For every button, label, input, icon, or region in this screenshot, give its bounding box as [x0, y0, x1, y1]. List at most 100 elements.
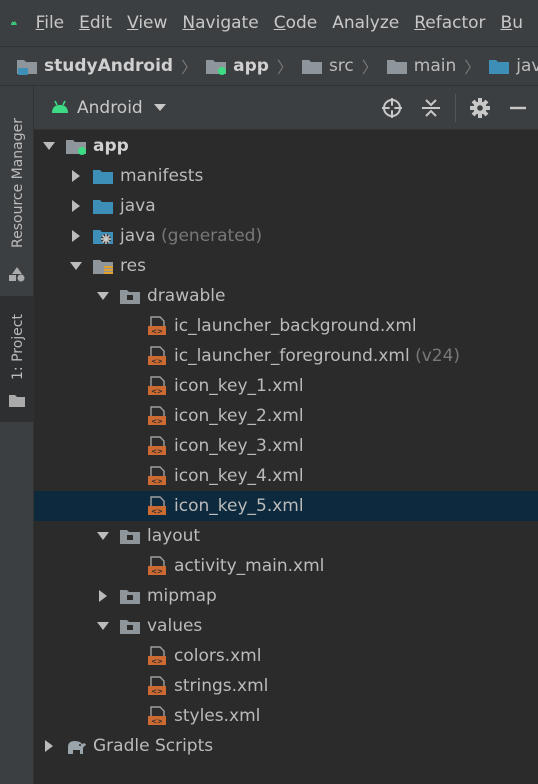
- tree-folder-row[interactable]: res: [34, 251, 538, 281]
- svg-text:<>: <>: [151, 478, 163, 486]
- breadcrumb-item-main[interactable]: main: [386, 56, 456, 76]
- chevron-right-icon[interactable]: [42, 739, 56, 753]
- locate-file-button[interactable]: [381, 97, 403, 119]
- tree-folder-row[interactable]: mipmap: [34, 581, 538, 611]
- tree-file-row[interactable]: <> colors.xml: [34, 641, 538, 671]
- xml-file-icon: <>: [146, 496, 168, 516]
- svg-text:<>: <>: [151, 688, 163, 696]
- menu-refactor[interactable]: Refactor: [414, 13, 485, 33]
- breadcrumb-item-src[interactable]: src: [301, 56, 354, 76]
- tree-file-row[interactable]: <> styles.xml: [34, 701, 538, 731]
- svg-text:<>: <>: [151, 328, 163, 336]
- breadcrumb-item-java[interactable]: java: [488, 56, 538, 76]
- tree-file-row[interactable]: <> icon_key_5.xml: [34, 491, 538, 521]
- menu-build[interactable]: Bu: [501, 13, 523, 33]
- tree-file-row[interactable]: <> icon_key_1.xml: [34, 371, 538, 401]
- tree-file-row[interactable]: <> ic_launcher_background.xml: [34, 311, 538, 341]
- project-tree: app manifests java java (generated) res drawa…: [34, 130, 538, 784]
- tree-file-row[interactable]: <> activity_main.xml: [34, 551, 538, 581]
- menu-file[interactable]: File: [36, 13, 64, 33]
- menu-code[interactable]: Code: [274, 13, 318, 33]
- toolbar-divider: [455, 94, 456, 122]
- tree-item-label: manifests: [120, 166, 203, 186]
- source-folder-icon: [92, 166, 114, 186]
- tree-item-name: ic_launcher_foreground.xml: [174, 346, 410, 366]
- tab-project[interactable]: 1: Project: [0, 296, 34, 422]
- svg-text:<>: <>: [151, 718, 163, 726]
- tree-folder-row[interactable]: drawable: [34, 281, 538, 311]
- breadcrumb-item-project[interactable]: studyAndroid: [16, 56, 173, 76]
- chevron-down-icon[interactable]: [96, 529, 110, 543]
- xml-file-icon: <>: [146, 646, 168, 666]
- folder-icon: [9, 395, 25, 407]
- tab-resource-manager[interactable]: Resource Manager: [0, 98, 34, 284]
- folder-icon: [119, 616, 141, 636]
- menu-view[interactable]: View: [127, 13, 167, 33]
- tree-item-name: Gradle Scripts: [93, 736, 214, 756]
- tree-item-name: icon_key_1.xml: [174, 376, 304, 396]
- resource-manager-icon: [9, 267, 25, 282]
- chevron-down-icon[interactable]: [69, 259, 83, 273]
- chevron-down-icon[interactable]: [96, 289, 110, 303]
- tree-file-row[interactable]: <> icon_key_4.xml: [34, 461, 538, 491]
- tree-folder-row[interactable]: manifests: [34, 161, 538, 191]
- module-folder-icon: [206, 60, 227, 75]
- tree-item-name: icon_key_2.xml: [174, 406, 304, 426]
- tree-folder-row[interactable]: layout: [34, 521, 538, 551]
- crosshair-icon: [382, 98, 402, 118]
- tree-item-label: icon_key_2.xml: [174, 406, 304, 426]
- tree-folder-row[interactable]: java (generated): [34, 221, 538, 251]
- tree-item-name: icon_key_3.xml: [174, 436, 304, 456]
- tree-item-label: icon_key_4.xml: [174, 466, 304, 486]
- menu-edit[interactable]: Edit: [79, 13, 112, 33]
- project-pane-header: Android: [34, 86, 538, 130]
- tree-file-row[interactable]: <> icon_key_3.xml: [34, 431, 538, 461]
- tree-item-label: ic_launcher_foreground.xml (v24): [174, 346, 460, 366]
- breadcrumb-item-app[interactable]: app: [205, 56, 269, 76]
- chevron-right-icon[interactable]: [69, 199, 83, 213]
- tree-item-label: icon_key_3.xml: [174, 436, 304, 456]
- tool-window-strip: Resource Manager 1: Project: [0, 86, 34, 784]
- chevron-down-icon[interactable]: [42, 139, 56, 153]
- tree-item-name: layout: [147, 526, 201, 546]
- tree-folder-row[interactable]: app: [34, 131, 538, 161]
- tree-item-label: colors.xml: [174, 646, 261, 666]
- tree-item-label: mipmap: [147, 586, 217, 606]
- tree-file-row[interactable]: <> icon_key_2.xml: [34, 401, 538, 431]
- menu-analyze[interactable]: Analyze: [332, 13, 399, 33]
- chevron-down-icon[interactable]: [96, 619, 110, 633]
- svg-text:<>: <>: [151, 418, 163, 426]
- svg-text:<>: <>: [151, 388, 163, 396]
- tree-folder-row[interactable]: java: [34, 191, 538, 221]
- tree-item-label: layout: [147, 526, 200, 546]
- project-view-selector[interactable]: Android: [77, 98, 143, 118]
- tree-folder-row[interactable]: Gradle Scripts: [34, 731, 538, 761]
- tree-item-name: values: [147, 616, 203, 636]
- project-folder-icon: [17, 60, 37, 75]
- breadcrumb-separator: 〉: [361, 58, 378, 77]
- tree-item-name: java: [120, 226, 156, 246]
- chevron-right-icon[interactable]: [69, 169, 83, 183]
- tree-item-name: drawable: [147, 286, 226, 306]
- collapse-all-button[interactable]: [420, 97, 442, 119]
- svg-text:<>: <>: [151, 658, 163, 666]
- hide-button[interactable]: [507, 97, 529, 119]
- tree-file-row[interactable]: <> ic_launcher_foreground.xml (v24): [34, 341, 538, 371]
- tree-item-label: styles.xml: [174, 706, 260, 726]
- chevron-right-icon[interactable]: [96, 589, 110, 603]
- tree-file-row[interactable]: <> strings.xml: [34, 671, 538, 701]
- settings-button[interactable]: [469, 97, 491, 119]
- xml-file-icon: <>: [146, 706, 168, 726]
- folder-icon: [119, 586, 141, 606]
- tree-folder-row[interactable]: values: [34, 611, 538, 641]
- tree-item-label: app: [93, 136, 129, 156]
- xml-file-icon: <>: [146, 676, 168, 696]
- tree-item-name: res: [120, 256, 146, 276]
- menu-navigate[interactable]: Navigate: [182, 13, 258, 33]
- minimize-icon: [510, 106, 526, 110]
- folder-icon: [301, 60, 322, 74]
- tree-item-name: styles.xml: [174, 706, 261, 726]
- generated-folder-icon: [92, 226, 114, 246]
- chevron-right-icon[interactable]: [69, 229, 83, 243]
- chevron-down-icon[interactable]: [154, 104, 166, 112]
